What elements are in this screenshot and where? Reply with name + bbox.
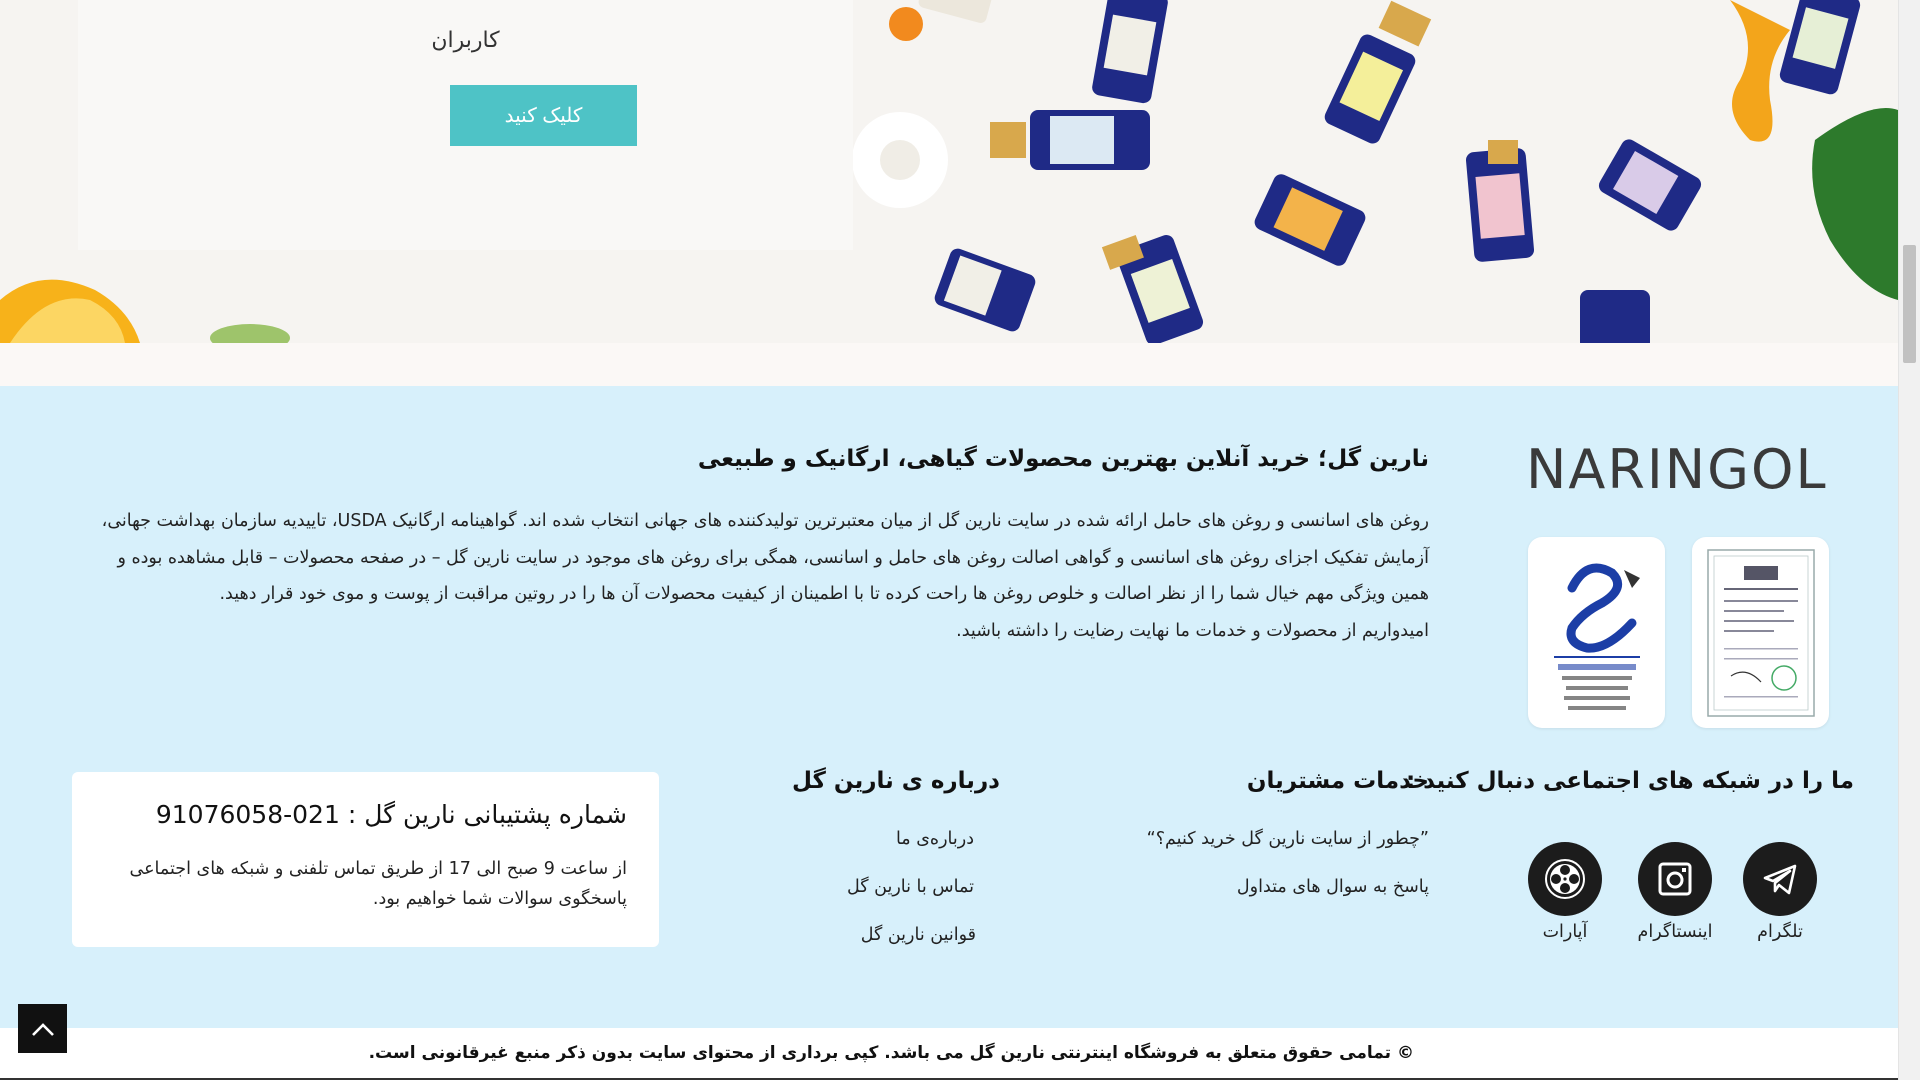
about-title: نارین گل؛ خرید آنلاین بهترین محصولات گیا… [697, 446, 1429, 472]
about-description: روغن های اسانسی و روغن های حامل ارائه شد… [74, 503, 1429, 649]
telegram-label[interactable]: تلگرام [1735, 922, 1825, 942]
support-card: شماره پشتیبانی نارین گل : 021-91076058 ا… [72, 772, 659, 947]
copyright-text: © تمامی حقوق متعلق به فروشگاه اینترنتی ن… [368, 1043, 1414, 1063]
social-telegram[interactable]: تلگرام [1735, 842, 1825, 942]
enamad-icon [1553, 563, 1640, 710]
hero-text: کاربران [431, 28, 500, 53]
social-aparat[interactable]: آپارات [1520, 842, 1610, 942]
hero-banner: کاربران کلیک کنید [0, 0, 1898, 343]
support-description: از ساعت 9 صبح الی 17 از طریق تماس تلفنی … [107, 854, 627, 914]
back-to-top-button[interactable] [18, 1004, 67, 1053]
enamad-trust-badge[interactable] [1528, 537, 1665, 728]
click-here-button[interactable]: کلیک کنید [450, 85, 637, 146]
contact-link[interactable]: تماس با نارین گل [847, 877, 974, 897]
about-line: همین ویژگی مهم خیال شما را از نظر اصالت … [219, 584, 1429, 604]
support-line: از ساعت 9 صبح الی 17 از طریق تماس تلفنی … [129, 859, 627, 879]
faq-link[interactable]: پاسخ به سوال های متداول [1237, 877, 1429, 897]
instagram-label[interactable]: اینستاگرام [1630, 922, 1720, 942]
hero-card: کاربران کلیک کنید [78, 0, 853, 250]
social-instagram[interactable]: اینستاگرام [1630, 842, 1720, 942]
about-line: امیدواریم از محصولات و خدمات ما نهایت رض… [956, 620, 1429, 641]
social-heading: ما را در شبکه های اجتماعی دنبال کنید : [1405, 768, 1854, 794]
scrollbar-thumb[interactable] [1903, 245, 1916, 363]
how-to-buy-link[interactable]: ”چطور از سایت نارین گل خرید کنیم؟“ [1147, 829, 1429, 849]
rules-link[interactable]: قوانین نارین گل [861, 925, 976, 945]
about-line: آزمایش تفکیک اجزای روغن های اسانسی و گوا… [117, 547, 1429, 568]
page-scrollbar[interactable] [1898, 0, 1920, 1080]
about-naringol-heading: درباره ی نارین گل [792, 768, 1000, 794]
support-phone: شماره پشتیبانی نارین گل : 021-91076058 [155, 800, 627, 829]
chevron-up-icon [31, 1022, 54, 1036]
customer-services-heading: خدمات مشتریان [1246, 768, 1429, 794]
about-line: روغن های اسانسی و روغن های حامل ارائه شد… [101, 511, 1429, 531]
support-line: پاسخگوی سوالات شما خواهیم بود. [372, 889, 627, 909]
naringol-logo[interactable]: NARINGOL [1526, 443, 1826, 497]
certificate-icon [1706, 548, 1815, 717]
telegram-icon[interactable] [1743, 842, 1817, 916]
section-spacer [0, 343, 1898, 386]
about-us-link[interactable]: درباره‌ی ما [896, 829, 974, 849]
instagram-icon[interactable] [1638, 842, 1712, 916]
license-certificate-badge[interactable] [1692, 537, 1829, 728]
aparat-icon[interactable] [1528, 842, 1602, 916]
aparat-label[interactable]: آپارات [1520, 922, 1610, 942]
